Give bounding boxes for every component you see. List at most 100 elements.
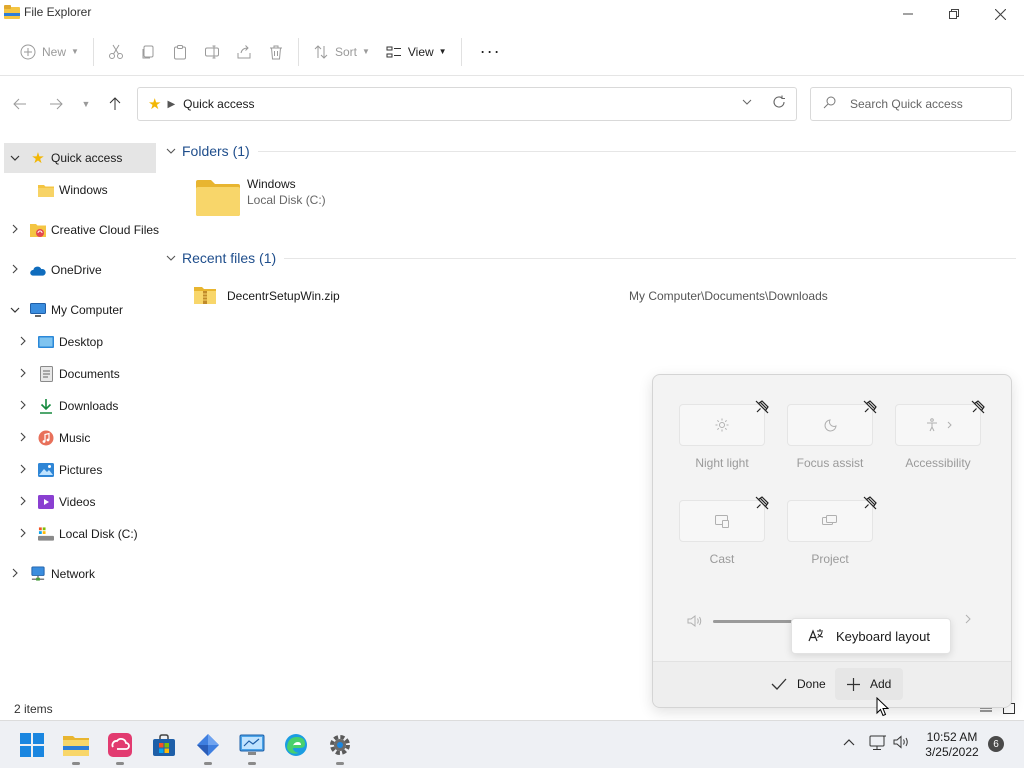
cast-toggle[interactable] (679, 500, 765, 542)
toolbar-divider (92, 37, 94, 66)
volume-icon[interactable] (687, 615, 703, 630)
delete-button[interactable] (260, 36, 292, 68)
chevron-right-icon[interactable] (16, 336, 30, 349)
taskbar-settings[interactable] (324, 729, 356, 765)
arrow-up-icon (109, 97, 121, 110)
quick-setting-night-light[interactable]: Night light (679, 400, 769, 470)
back-button[interactable] (8, 94, 32, 114)
restore-button[interactable] (931, 0, 977, 28)
show-hidden-icons-button[interactable] (843, 735, 855, 749)
sidebar-item-onedrive[interactable]: OneDrive (4, 255, 156, 285)
start-button[interactable] (16, 729, 48, 761)
sidebar-item-desktop[interactable]: Desktop (4, 327, 156, 357)
unpin-icon[interactable] (863, 496, 877, 513)
sidebar-item-downloads[interactable]: Downloads (4, 391, 156, 421)
new-button[interactable]: New ▼ (12, 36, 87, 68)
sidebar-item-windows[interactable]: Windows (4, 175, 156, 205)
arrow-left-icon (13, 98, 26, 110)
chevron-right-icon[interactable] (965, 613, 971, 627)
rename-button[interactable] (196, 36, 228, 68)
chevron-right-icon[interactable] (16, 400, 30, 413)
cut-button[interactable] (100, 36, 132, 68)
chevron-right-icon[interactable] (8, 568, 22, 581)
chevron-down-icon[interactable] (8, 153, 22, 164)
unpin-icon[interactable] (971, 400, 985, 417)
chevron-down-icon[interactable] (8, 305, 22, 316)
minimize-icon (903, 13, 913, 15)
taskbar-app-diamond[interactable] (192, 729, 224, 765)
notification-badge[interactable]: 6 (988, 736, 1004, 752)
quick-setting-accessibility[interactable]: Accessibility (895, 400, 985, 470)
taskbar-edge[interactable] (280, 729, 312, 761)
file-name: DecentrSetupWin.zip (227, 289, 340, 303)
chevron-right-icon[interactable] (8, 264, 22, 277)
unpin-icon[interactable] (863, 400, 877, 417)
chevron-right-icon[interactable] (8, 224, 22, 237)
quick-setting-cast[interactable]: Cast (679, 496, 769, 566)
network-status-icon[interactable] (869, 735, 887, 754)
search-box[interactable] (810, 87, 1012, 121)
sort-button[interactable]: Sort ▼ (305, 36, 378, 68)
sidebar-item-network[interactable]: Network (4, 559, 156, 589)
group-header-recent-files[interactable]: Recent files (1) (166, 247, 1016, 269)
taskbar-creative-cloud[interactable] (104, 729, 136, 765)
breadcrumb-quick-access[interactable]: Quick access (183, 97, 254, 111)
sidebar-item-pictures[interactable]: Pictures (4, 455, 156, 485)
sidebar-item-documents[interactable]: Documents (4, 359, 156, 389)
download-arrow-icon (38, 398, 54, 414)
chevron-right-icon[interactable] (16, 528, 30, 541)
taskbar-control-panel[interactable] (236, 729, 268, 765)
taskbar-file-explorer[interactable] (60, 729, 92, 765)
recent-file-item[interactable]: DecentrSetupWin.zip My Computer\Document… (190, 284, 1010, 308)
windows-logo-icon (20, 733, 44, 757)
focus-assist-toggle[interactable] (787, 404, 873, 446)
running-indicator (336, 762, 344, 765)
sidebar-item-music[interactable]: Music (4, 423, 156, 453)
recent-locations-button[interactable]: ▼ (74, 94, 98, 114)
chevron-down-icon: ▼ (438, 47, 447, 56)
done-label: Done (797, 677, 826, 691)
unpin-icon[interactable] (755, 496, 769, 513)
address-dropdown-icon[interactable] (742, 97, 752, 108)
chevron-right-icon[interactable] (16, 432, 30, 445)
address-bar[interactable]: ★ ▶ Quick access (137, 87, 797, 121)
system-clock[interactable]: 10:52 AM 3/25/2022 (918, 730, 986, 760)
sidebar-item-my-computer[interactable]: My Computer (4, 295, 156, 325)
paste-button[interactable] (164, 36, 196, 68)
night-light-toggle[interactable] (679, 404, 765, 446)
forward-button[interactable] (44, 94, 68, 114)
view-button[interactable]: View ▼ (378, 36, 455, 68)
search-input[interactable] (850, 97, 1000, 111)
unpin-icon[interactable] (755, 400, 769, 417)
close-button[interactable] (977, 0, 1023, 28)
chevron-right-icon[interactable] (16, 496, 30, 509)
close-icon (994, 8, 1006, 20)
clipboard-icon (173, 44, 186, 59)
up-button[interactable] (103, 94, 127, 114)
quick-setting-focus-assist[interactable]: Focus assist (787, 400, 877, 470)
refresh-icon[interactable] (772, 95, 786, 112)
copy-button[interactable] (132, 36, 164, 68)
taskbar-microsoft-store[interactable] (148, 729, 180, 761)
add-menu-keyboard-layout[interactable]: Keyboard layout (791, 618, 951, 654)
see-more-button[interactable]: ··· (468, 36, 513, 68)
minimize-button[interactable] (885, 0, 931, 28)
group-header-folders[interactable]: Folders (1) (166, 140, 1016, 162)
sidebar-item-quick-access[interactable]: ★ Quick access (4, 143, 156, 173)
sidebar-item-videos[interactable]: Videos (4, 487, 156, 517)
sidebar-item-label: Documents (59, 367, 120, 381)
project-toggle[interactable] (787, 500, 873, 542)
volume-status-icon[interactable] (893, 735, 911, 752)
onedrive-cloud-icon (30, 262, 46, 278)
done-button[interactable]: Done (759, 668, 838, 700)
zip-folder-icon (194, 287, 216, 304)
sidebar-item-creative-cloud-files[interactable]: Creative Cloud Files (4, 215, 159, 245)
accessibility-toggle[interactable] (895, 404, 981, 446)
sidebar-item-local-disk[interactable]: Local Disk (C:) (4, 519, 156, 549)
chevron-right-icon[interactable] (16, 368, 30, 381)
chevron-right-icon[interactable] (16, 464, 30, 477)
share-button[interactable] (228, 36, 260, 68)
add-button[interactable]: Add (835, 668, 904, 700)
folder-item-windows[interactable]: Windows Local Disk (C:) (196, 174, 396, 222)
quick-setting-project[interactable]: Project (787, 496, 877, 566)
